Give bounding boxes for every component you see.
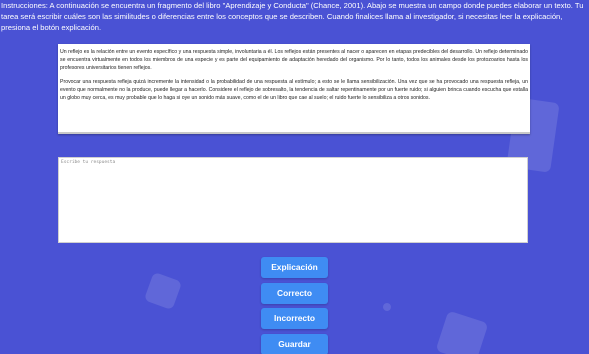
reading-paragraph: Provocar una respuesta refleja quizá inc… — [60, 79, 528, 101]
reading-paragraph: Un reflejo es la relación entre un event… — [60, 49, 528, 71]
reading-passage: Un reflejo es la relación entre un event… — [58, 44, 530, 134]
decorative-shape — [381, 301, 393, 313]
decorative-shape — [435, 310, 489, 354]
decorative-shape — [143, 271, 183, 311]
explanation-button[interactable]: Explicación — [261, 257, 328, 278]
instructions-text: Instrucciones: A continuación se encuent… — [1, 1, 584, 32]
incorrect-button[interactable]: Incorrecto — [261, 308, 328, 329]
answer-textarea[interactable] — [58, 157, 528, 243]
correct-button[interactable]: Correcto — [261, 283, 328, 304]
save-button[interactable]: Guardar — [261, 334, 328, 354]
